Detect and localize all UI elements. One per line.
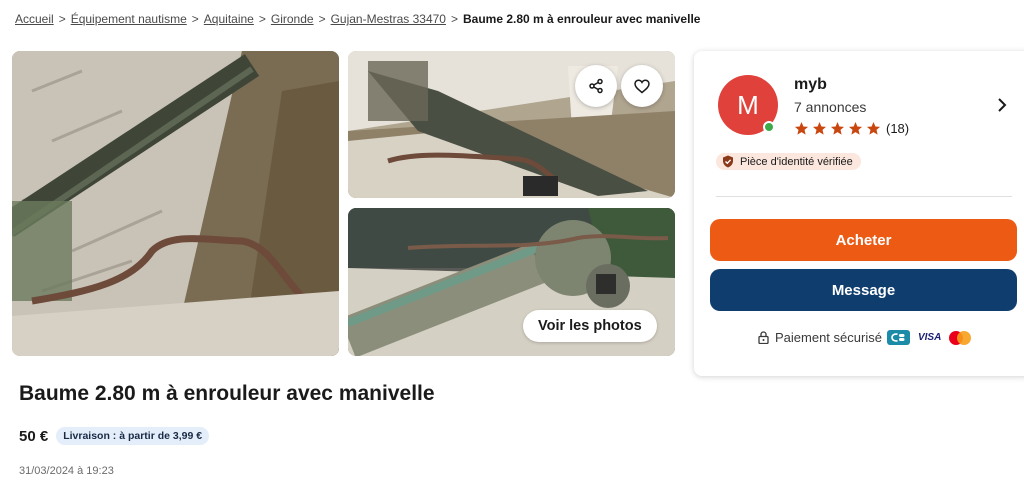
chevron-right-icon[interactable]	[995, 97, 1009, 113]
favorite-button[interactable]	[621, 65, 663, 107]
shield-check-icon	[723, 155, 733, 168]
star-icon	[848, 121, 863, 135]
breadcrumb-link-region[interactable]: Aquitaine	[204, 12, 254, 26]
star-icon	[866, 121, 881, 135]
photo-gallery: Voir les photos	[12, 51, 675, 356]
breadcrumb-separator: >	[58, 12, 66, 26]
identity-verified-badge: Pièce d'identité vérifiée	[716, 153, 861, 170]
breadcrumb-link-home[interactable]: Accueil	[15, 12, 54, 26]
rating-count: (18)	[886, 121, 910, 136]
star-icon	[794, 121, 809, 135]
buy-button[interactable]: Acheter	[710, 219, 1017, 261]
listing-date: 31/03/2024 à 19:23	[19, 465, 114, 477]
price: 50 €	[19, 427, 49, 445]
delivery-badge: Livraison : à partir de 3,99 €	[56, 427, 210, 445]
message-button[interactable]: Message	[710, 269, 1017, 311]
breadcrumb-separator: >	[191, 12, 199, 26]
star-icon	[812, 121, 827, 135]
cb-card-logo	[886, 330, 910, 345]
mastercard-logo	[949, 330, 972, 345]
lock-icon	[758, 331, 769, 344]
heart-icon	[634, 79, 650, 93]
secure-payment-row: Paiement sécurisé VISA	[758, 330, 972, 345]
secure-payment-label: Paiement sécurisé	[775, 330, 882, 345]
breadcrumb-current: Baume 2.80 m à enrouleur avec manivelle	[463, 12, 701, 26]
star-icon	[830, 121, 845, 135]
seller-name[interactable]: myb	[794, 76, 827, 94]
listing-title: Baume 2.80 m à enrouleur avec manivelle	[19, 382, 435, 405]
visa-card-logo: VISA	[917, 332, 942, 343]
seller-ads-count[interactable]: 7 annonces	[794, 99, 866, 115]
seller-card: M myb 7 annonces (18) Pièce d'identité v…	[694, 51, 1024, 376]
main-photo[interactable]	[12, 51, 339, 356]
share-icon	[589, 78, 603, 94]
breadcrumb-separator: >	[318, 12, 326, 26]
breadcrumb-link-department[interactable]: Gironde	[271, 12, 314, 26]
price-row: 50 € Livraison : à partir de 3,99 €	[19, 427, 210, 445]
online-status-dot	[763, 121, 775, 133]
see-photos-button[interactable]: Voir les photos	[523, 310, 657, 342]
breadcrumb-separator: >	[258, 12, 266, 26]
verified-label: Pièce d'identité vérifiée	[740, 155, 853, 168]
divider	[716, 196, 1012, 197]
seller-rating[interactable]: (18)	[794, 121, 909, 136]
breadcrumb-link-category[interactable]: Équipement nautisme	[71, 12, 187, 26]
breadcrumb: Accueil > Équipement nautisme > Aquitain…	[15, 12, 700, 26]
share-button[interactable]	[575, 65, 617, 107]
breadcrumb-link-city[interactable]: Gujan-Mestras 33470	[331, 12, 446, 26]
breadcrumb-separator: >	[450, 12, 458, 26]
